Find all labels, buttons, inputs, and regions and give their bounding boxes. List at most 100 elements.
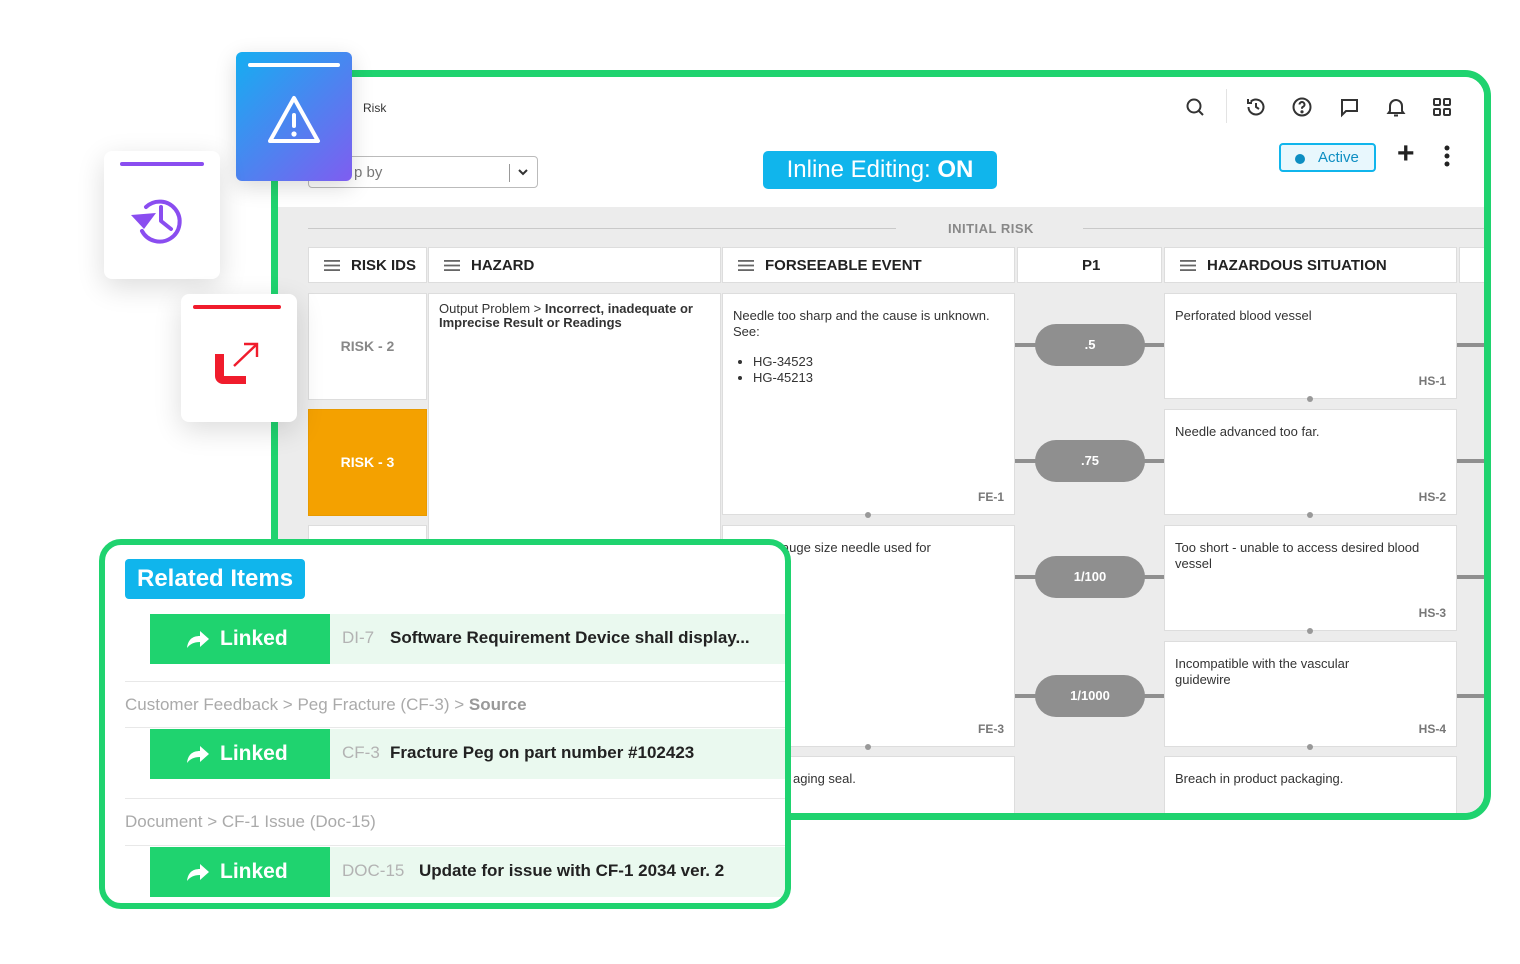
column-label: HAZARD bbox=[471, 257, 535, 274]
risk-id-cell[interactable]: RISK - 2 bbox=[308, 293, 427, 400]
situation-text: Too short - unable to access desired blo… bbox=[1175, 540, 1420, 571]
column-header-hazardous-situation[interactable]: HAZARDOUS SITUATION bbox=[1164, 247, 1457, 283]
related-item-row[interactable]: DOC-15 Update for issue with CF-1 2034 v… bbox=[330, 847, 785, 897]
toolbar-row: p by Inline Editing: ON Active + bbox=[278, 135, 1484, 207]
bell-icon[interactable] bbox=[1384, 95, 1408, 119]
event-reference[interactable]: HG-45213 bbox=[753, 370, 1004, 386]
column-label: HAZARDOUS SITUATION bbox=[1207, 257, 1387, 274]
situation-cell[interactable]: Incompatible with the vascular guidewire… bbox=[1164, 641, 1457, 747]
related-items-title: Related Items bbox=[125, 559, 306, 599]
situation-cell[interactable]: Breach in product packaging. bbox=[1164, 756, 1457, 813]
probability-pill[interactable]: 1/100 bbox=[1035, 556, 1145, 598]
situation-cell[interactable]: Perforated blood vessel HS-1 bbox=[1164, 293, 1457, 399]
menu-icon[interactable] bbox=[738, 260, 754, 271]
risk-id-label: RISK - 3 bbox=[340, 454, 395, 470]
connector-dot bbox=[1307, 628, 1313, 634]
menu-icon[interactable] bbox=[324, 260, 340, 271]
menu-icon[interactable] bbox=[1180, 260, 1196, 271]
risk-id-label: RISK - 2 bbox=[340, 338, 395, 354]
comment-icon[interactable] bbox=[1337, 95, 1361, 119]
status-badge[interactable]: Active bbox=[1279, 143, 1376, 172]
inline-editing-toggle[interactable]: Inline Editing: ON bbox=[763, 151, 997, 189]
path-text: Document > CF-1 Issue (Doc-15) bbox=[125, 812, 376, 831]
external-link-card[interactable] bbox=[181, 294, 297, 422]
related-item-title: Software Requirement Device shall displa… bbox=[390, 628, 750, 647]
toolbar-divider bbox=[1226, 89, 1227, 123]
probability-pill[interactable]: 1/1000 bbox=[1035, 675, 1145, 717]
event-code: FE-1 bbox=[977, 490, 1004, 504]
card-accent-bar bbox=[248, 63, 340, 67]
help-icon[interactable] bbox=[1290, 95, 1314, 119]
related-item-path[interactable]: Document > CF-1 Issue (Doc-15) bbox=[125, 812, 376, 832]
share-arrow-icon bbox=[187, 864, 209, 881]
column-header-hazard[interactable]: HAZARD bbox=[428, 247, 721, 283]
add-button[interactable]: + bbox=[1397, 137, 1415, 171]
related-items-panel: Related Items Linked DI-7 Software Requi… bbox=[99, 539, 791, 909]
related-item-id: CF-3 bbox=[342, 743, 380, 762]
section-rule-left bbox=[308, 228, 896, 229]
event-cell[interactable]: Needle too sharp and the cause is unknow… bbox=[722, 293, 1015, 515]
card-accent-bar bbox=[193, 305, 281, 309]
warning-icon bbox=[268, 96, 320, 143]
column-header-p1[interactable]: P1 bbox=[1017, 247, 1162, 283]
section-title: INITIAL RISK bbox=[948, 221, 1034, 236]
history-icon[interactable] bbox=[1244, 95, 1268, 119]
situation-text: Incompatible with the vascular guidewire bbox=[1175, 656, 1350, 687]
related-item-row[interactable]: CF-3 Fracture Peg on part number #102423 bbox=[330, 729, 785, 779]
column-label: P1 bbox=[1082, 257, 1101, 274]
row-divider bbox=[125, 727, 785, 728]
situation-cell[interactable]: Too short - unable to access desired blo… bbox=[1164, 525, 1457, 631]
situation-code: HS-3 bbox=[1418, 606, 1446, 620]
probability-pill[interactable]: .5 bbox=[1035, 324, 1145, 366]
linked-label: Linked bbox=[220, 627, 288, 650]
event-reference[interactable]: HG-34523 bbox=[753, 354, 1004, 370]
chevron-down-icon[interactable] bbox=[517, 166, 529, 178]
column-header-next[interactable] bbox=[1459, 247, 1484, 283]
event-text: Needle too sharp and the cause is unknow… bbox=[733, 308, 990, 339]
breadcrumb[interactable]: Risk bbox=[363, 101, 386, 115]
situation-text: Breach in product packaging. bbox=[1175, 771, 1344, 786]
linked-button[interactable]: Linked bbox=[150, 614, 330, 664]
situation-cell[interactable]: Needle advanced too far. HS-2 bbox=[1164, 409, 1457, 515]
row-divider bbox=[125, 798, 785, 799]
column-label: FORSEEABLE EVENT bbox=[765, 257, 922, 274]
situation-text: Perforated blood vessel bbox=[1175, 308, 1312, 323]
open-external-icon bbox=[215, 342, 259, 384]
situation-code: HS-2 bbox=[1418, 490, 1446, 504]
probability-pill[interactable]: .75 bbox=[1035, 440, 1145, 482]
status-label: Active bbox=[1318, 149, 1359, 166]
apps-grid-icon[interactable] bbox=[1430, 95, 1454, 119]
column-label: RISK IDS bbox=[351, 257, 417, 274]
column-header-forseeable-event[interactable]: FORSEEABLE EVENT bbox=[722, 247, 1015, 283]
connector-dot bbox=[865, 744, 871, 750]
related-item-path[interactable]: Customer Feedback > Peg Fracture (CF-3) … bbox=[125, 695, 527, 715]
search-icon[interactable] bbox=[1183, 95, 1207, 119]
row-divider bbox=[125, 681, 785, 682]
related-item-row[interactable]: DI-7 Software Requirement Device shall d… bbox=[330, 614, 785, 664]
linked-button[interactable]: Linked bbox=[150, 729, 330, 779]
event-code: FE-3 bbox=[977, 722, 1004, 736]
top-bar: Risk bbox=[278, 77, 1484, 136]
risk-id-cell-selected[interactable]: RISK - 3 bbox=[308, 409, 427, 516]
connector-dot bbox=[1307, 744, 1313, 750]
select-divider bbox=[509, 164, 510, 182]
history-card[interactable] bbox=[104, 151, 220, 279]
situation-text: Needle advanced too far. bbox=[1175, 424, 1320, 439]
situation-code: HS-1 bbox=[1418, 374, 1446, 388]
event-text: aging seal. bbox=[793, 771, 856, 786]
linked-button[interactable]: Linked bbox=[150, 847, 330, 897]
connector-dot bbox=[1307, 512, 1313, 518]
related-item-title: Update for issue with CF-1 2034 ver. 2 bbox=[419, 861, 725, 880]
share-arrow-icon bbox=[187, 631, 209, 648]
menu-icon[interactable] bbox=[444, 260, 460, 271]
card-accent-bar bbox=[120, 162, 204, 166]
related-item-id: DOC-15 bbox=[342, 861, 405, 880]
inline-editing-state: ON bbox=[937, 156, 974, 183]
linked-label: Linked bbox=[220, 860, 288, 883]
risk-warning-card[interactable] bbox=[236, 52, 352, 181]
situation-code: HS-4 bbox=[1418, 722, 1446, 736]
connector-dot bbox=[865, 512, 871, 518]
column-header-risk-ids[interactable]: RISK IDS bbox=[308, 247, 427, 283]
related-item-id: DI-7 bbox=[342, 628, 375, 647]
more-options-icon[interactable] bbox=[1444, 145, 1450, 167]
